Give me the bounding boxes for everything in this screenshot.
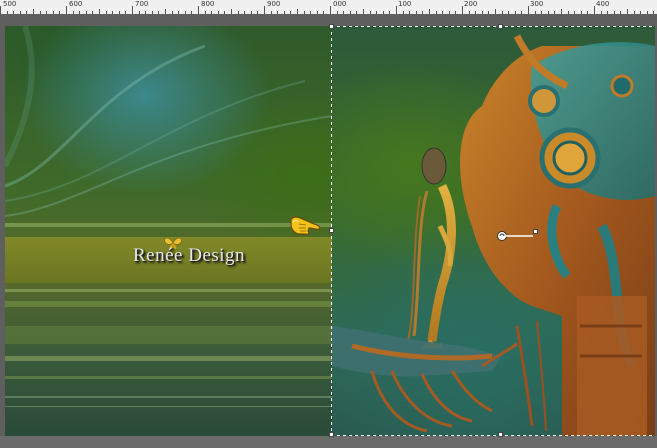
stripe	[5, 376, 332, 379]
rotation-handle-icon[interactable]	[497, 227, 537, 246]
stripe	[5, 223, 332, 227]
image-canvas[interactable]: Renée Design	[5, 24, 655, 448]
ruler-label: 900	[267, 0, 281, 8]
pointing-hand-icon	[288, 213, 324, 243]
ruler-tick	[0, 6, 1, 14]
ruler-label: 500	[3, 0, 17, 8]
selection-handle-bottom-left[interactable]	[329, 432, 334, 437]
stripe	[5, 396, 332, 398]
selection-handle-middle-left[interactable]	[329, 228, 334, 233]
ruler-label: 800	[201, 0, 215, 8]
ruler-label: 400	[596, 0, 610, 8]
ruler-tick	[462, 6, 463, 14]
stripe	[5, 289, 332, 292]
ruler-tick	[198, 6, 199, 14]
ruler-tick	[594, 6, 595, 14]
selection-handle-bottom-middle[interactable]	[498, 432, 503, 437]
watermark-text: Renée Design	[133, 245, 246, 266]
ruler-tick	[528, 6, 529, 14]
workspace: Renée Design	[0, 14, 657, 437]
ruler-label: 700	[135, 0, 149, 8]
ruler-tick	[66, 6, 67, 14]
mechanical-figure-art	[332, 34, 655, 436]
ruler-tick	[132, 6, 133, 14]
stripe	[5, 301, 332, 307]
right-panel-artwork	[332, 26, 655, 436]
stripe	[5, 406, 332, 407]
ruler-label: 300	[530, 0, 544, 8]
ruler-label: 100	[398, 0, 412, 8]
selection-handle-top-left[interactable]	[329, 24, 334, 29]
ruler-label: 000	[333, 0, 347, 8]
ruler-label: 200	[464, 0, 478, 8]
stripe	[5, 326, 332, 344]
ruler-tick	[330, 6, 331, 14]
horizontal-ruler: 500 600 700 800 900 000 100 200 300 400	[0, 0, 657, 15]
ruler-tick	[396, 6, 397, 14]
ruler-tick	[264, 6, 265, 14]
selection-handle-top-middle[interactable]	[498, 24, 503, 29]
stripe	[5, 356, 332, 361]
selection-top-edge	[331, 26, 655, 27]
left-panel-background	[5, 26, 332, 436]
ruler-label: 600	[69, 0, 83, 8]
left-panel-swirls	[5, 26, 332, 217]
